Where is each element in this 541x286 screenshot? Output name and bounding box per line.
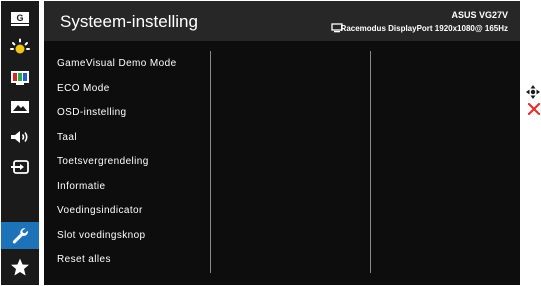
color-bars-icon — [11, 70, 29, 85]
menu-item-key-lock[interactable]: Toetsvergrendeling — [57, 156, 177, 181]
image-icon — [11, 100, 29, 113]
star-icon — [11, 258, 29, 275]
sidebar-item-image[interactable] — [1, 93, 39, 120]
menu-item-power-indicator[interactable]: Voedingsindicator — [57, 205, 177, 230]
system-setup-menu: GameVisual Demo Mode ECO Mode OSD-instel… — [57, 58, 177, 279]
page-title: Systeem-instelling — [60, 12, 198, 31]
osd-header: Systeem-instelling ASUS VG27V Racemodus … — [44, 1, 520, 41]
speaker-icon — [11, 130, 28, 143]
menu-item-information[interactable]: Informatie — [57, 181, 177, 206]
sidebar-item-color[interactable] — [1, 64, 39, 91]
osd-sidebar: G — [1, 1, 39, 285]
menu-item-gamevisual-demo-mode[interactable]: GameVisual Demo Mode — [57, 58, 177, 83]
sidebar-item-input[interactable] — [1, 153, 39, 180]
close-icon — [528, 103, 540, 115]
sidebar-item-blue-light-filter[interactable] — [1, 34, 39, 61]
menu-item-osd-setup[interactable]: OSD-instelling — [57, 107, 177, 132]
sidebar-item-system-setup[interactable] — [1, 222, 39, 249]
menu-item-eco-mode[interactable]: ECO Mode — [57, 83, 177, 108]
gamevisual-icon: G — [11, 11, 29, 26]
svg-text:G: G — [16, 13, 23, 23]
column-divider — [370, 51, 371, 273]
display-status: Racemodus DisplayPort 1920x1080@ 165Hz — [340, 24, 508, 33]
menu-item-reset-all[interactable]: Reset alles — [57, 254, 177, 279]
column-divider — [210, 51, 211, 273]
wrench-icon — [12, 227, 28, 243]
menu-item-power-key-lock[interactable]: Slot voedingsknop — [57, 230, 177, 255]
osd-main-panel: Systeem-instelling ASUS VG27V Racemodus … — [44, 1, 520, 285]
sidebar-item-gamevisual[interactable]: G — [1, 5, 39, 32]
joystick-icon — [526, 85, 540, 99]
monitor-model: ASUS VG27V — [451, 10, 508, 20]
sidebar-item-favorites[interactable] — [1, 253, 39, 280]
sidebar-item-sound[interactable] — [1, 123, 39, 150]
menu-item-language[interactable]: Taal — [57, 132, 177, 157]
input-select-icon — [11, 159, 29, 174]
brightness-icon — [10, 38, 30, 53]
